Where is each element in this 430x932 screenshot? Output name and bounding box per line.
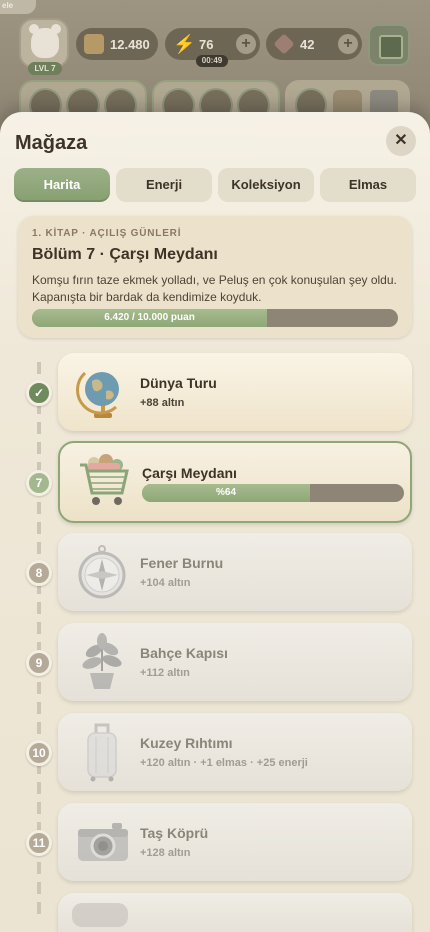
step-marker-locked: 8 <box>26 560 52 586</box>
stage-reward: +88 altın <box>140 397 185 409</box>
step-marker-current: 7 <box>26 470 52 496</box>
stage-reward: +128 altın <box>140 847 191 859</box>
chapter-progress-text: 6.420 / 10.000 puan <box>104 312 195 323</box>
add-gems-button[interactable]: + <box>338 34 358 54</box>
stage-reward: +104 altın <box>140 577 191 589</box>
close-button[interactable]: ✕ <box>386 126 416 156</box>
stage-card[interactable]: Dünya Turu +88 altın <box>58 353 412 431</box>
add-energy-button[interactable]: + <box>236 34 256 54</box>
chapter-description: Komşu fırın taze ekmek yolladı, ve Peluş… <box>32 273 397 304</box>
stage-name: Kuzey Rıhtımı <box>140 735 233 751</box>
shop-title: Mağaza <box>15 132 88 154</box>
stage-name: Çarşı Meydanı <box>142 465 237 481</box>
stage-name: Bahçe Kapısı <box>140 645 228 661</box>
stage-name: Fener Burnu <box>140 555 224 571</box>
stage-card[interactable]: Bahçe Kapısı +112 altın <box>58 623 412 701</box>
stage-card-current[interactable]: Çarşı Meydanı %64 <box>58 441 412 523</box>
coins-counter[interactable]: 12.480 <box>76 28 158 60</box>
shopping-cart-icon <box>80 454 129 505</box>
tab-harita[interactable]: Harita <box>14 168 110 202</box>
stage-reward: +120 altın · +1 elmas · +25 enerji <box>140 757 308 769</box>
stage-card[interactable]: Taş Köprü +128 altın <box>58 803 412 881</box>
potted-plant-icon <box>82 633 122 689</box>
tab-elmas[interactable]: Elmas <box>320 168 416 202</box>
map-button[interactable] <box>368 24 410 66</box>
stage-progress-bar: %64 <box>142 484 404 502</box>
tab-koleksiyon[interactable]: Koleksiyon <box>218 168 314 202</box>
chapter-card: 1. KİTAP · AÇILIŞ GÜNLERİ Bölüm 7 · Çarş… <box>18 216 412 338</box>
stage-card[interactable]: Kuzey Rıhtımı +120 altın · +1 elmas · +2… <box>58 713 412 791</box>
coin-bag-icon <box>84 34 104 54</box>
player-avatar[interactable] <box>19 18 69 68</box>
chapter-kicker: 1. KİTAP · AÇILIŞ GÜNLERİ <box>32 228 182 239</box>
globe-icon <box>75 371 119 418</box>
chapter-progress-bar: 6.420 / 10.000 puan <box>32 309 398 327</box>
step-marker-locked: 11 <box>26 830 52 856</box>
camera-icon <box>78 823 128 861</box>
stage-name: Taş Köprü <box>140 825 209 841</box>
level-badge: LVL 7 <box>28 62 62 75</box>
energy-value: 76 <box>199 36 214 52</box>
lightning-icon: ⚡ <box>173 34 196 54</box>
stage-card-partial[interactable] <box>58 893 412 932</box>
stage-name: Dünya Turu <box>140 375 217 391</box>
suitcase-icon <box>87 723 117 782</box>
gems-value: 42 <box>300 36 315 52</box>
stage-progress-text: %64 <box>215 487 236 498</box>
step-marker-locked: 9 <box>26 650 52 676</box>
step-marker-locked: 10 <box>26 740 52 766</box>
stage-reward: +112 altın <box>140 667 190 679</box>
coins-value: 12.480 <box>110 36 150 52</box>
energy-timer: 00:49 <box>196 55 228 67</box>
bear-avatar-icon <box>29 24 61 58</box>
gem-icon <box>273 33 295 55</box>
gems-counter[interactable]: 42 + <box>266 28 362 60</box>
locked-item-icon <box>72 903 128 927</box>
tab-enerji[interactable]: Enerji <box>116 168 212 202</box>
step-marker-done: ✓ <box>26 380 52 406</box>
shop-tabs: Harita Enerji Koleksiyon Elmas <box>14 168 416 202</box>
shop-sheet: Mağaza ✕ Harita Enerji Koleksiyon Elmas … <box>0 112 430 932</box>
stage-card[interactable]: Fener Burnu +104 altın <box>58 533 412 611</box>
compass-icon <box>78 545 126 599</box>
corner-tag: ele <box>0 0 36 14</box>
chapter-title: Bölüm 7 · Çarşı Meydanı <box>32 246 218 263</box>
